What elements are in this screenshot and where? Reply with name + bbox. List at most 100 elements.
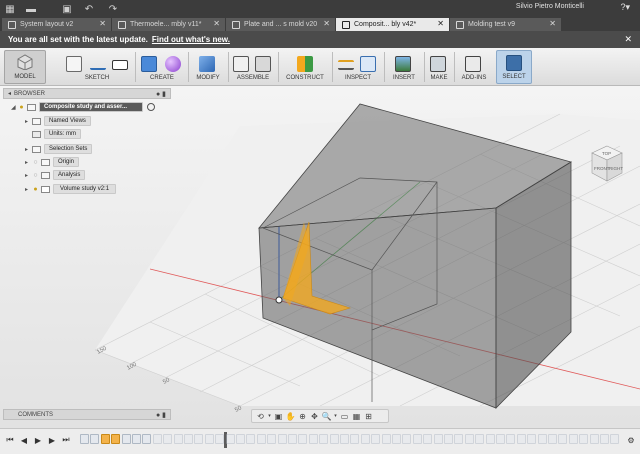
file-menu-icon[interactable]: ▬ <box>24 2 38 16</box>
timeline-feature[interactable] <box>90 434 100 444</box>
tab-molding-test[interactable]: Molding test v9 ✕ <box>450 18 562 31</box>
box-icon[interactable] <box>141 56 157 72</box>
viewcube-front-label[interactable]: FRONT <box>594 166 610 171</box>
redo-icon[interactable]: ↷ <box>106 2 120 16</box>
timeline-feature[interactable] <box>163 434 173 444</box>
browser-item-label[interactable]: Analysis <box>53 170 86 180</box>
timeline-feature[interactable] <box>360 434 370 444</box>
undo-icon[interactable]: ↶ <box>82 2 96 16</box>
go-to-start-icon[interactable]: ⏮ <box>5 435 15 445</box>
timeline-track[interactable] <box>80 432 628 448</box>
tab-thermoelectric-assembly[interactable]: Thermoele... mbly v11* ✕ <box>112 18 226 31</box>
visibility-bulb-icon[interactable]: ○ <box>32 171 39 179</box>
create-menu[interactable]: CREATE <box>137 75 187 81</box>
expand-icon[interactable]: ▸ <box>25 118 32 125</box>
panel-options-icon[interactable]: ● ▮ <box>156 411 166 419</box>
close-icon[interactable]: ✕ <box>549 19 556 28</box>
timeline-feature[interactable] <box>402 434 412 444</box>
zoom-window-icon[interactable]: 🔍 <box>321 411 332 422</box>
timeline-feature[interactable] <box>589 434 599 444</box>
timeline-feature[interactable] <box>423 434 433 444</box>
timeline-feature[interactable] <box>381 434 391 444</box>
select-tool-button[interactable]: SELECT <box>496 50 532 84</box>
expand-icon[interactable]: ◢ <box>11 104 18 111</box>
close-icon[interactable]: ✕ <box>624 34 632 45</box>
sketch-group[interactable]: SKETCH <box>62 50 132 84</box>
browser-item[interactable]: Units: mm <box>32 129 81 139</box>
grid-settings-icon[interactable]: ▦ <box>351 411 362 422</box>
sphere-icon[interactable] <box>165 56 181 72</box>
timeline-feature[interactable] <box>267 434 277 444</box>
browser-item-label[interactable]: Selection Sets <box>44 144 93 154</box>
add-ins-menu[interactable]: ADD-INS <box>456 75 492 81</box>
browser-item-label[interactable]: Volume study v2:1 <box>53 184 117 194</box>
user-name[interactable]: Silvio Pietro Monticelli <box>516 3 584 10</box>
create-group[interactable]: CREATE <box>137 50 187 84</box>
rectangle-icon[interactable] <box>112 60 128 70</box>
browser-item-label[interactable]: Origin <box>53 157 80 167</box>
timeline-feature[interactable] <box>412 434 422 444</box>
timeline-settings-icon[interactable]: ⚙ <box>626 435 636 445</box>
close-icon[interactable]: ✕ <box>323 19 330 28</box>
viewports-icon[interactable]: ⊞ <box>363 411 374 422</box>
visibility-bulb-icon[interactable]: ● <box>32 185 39 193</box>
expand-icon[interactable]: ▸ <box>25 159 32 166</box>
fit-icon[interactable]: ✥ <box>309 411 320 422</box>
browser-item-label[interactable]: Named Views <box>44 116 91 126</box>
timeline-feature[interactable] <box>600 434 609 444</box>
timeline-feature[interactable] <box>204 434 214 444</box>
timeline-feature[interactable] <box>610 434 620 444</box>
timeline-feature[interactable] <box>454 434 464 444</box>
new-component-icon[interactable] <box>233 56 249 72</box>
timeline-feature[interactable] <box>537 434 547 444</box>
inspect-menu[interactable]: INSPECT <box>334 75 382 81</box>
timeline-feature[interactable] <box>194 434 204 444</box>
step-forward-icon[interactable]: ▶ <box>47 435 57 445</box>
step-back-icon[interactable]: ◀ <box>19 435 29 445</box>
modify-menu[interactable]: MODIFY <box>190 75 226 81</box>
sketch-icon[interactable] <box>66 56 82 72</box>
construct-group[interactable]: CONSTRUCT <box>280 50 330 84</box>
panel-options-icon[interactable]: ● ▮ <box>156 90 166 98</box>
timeline-feature[interactable] <box>516 434 526 444</box>
timeline-feature[interactable] <box>485 434 495 444</box>
timeline-feature[interactable] <box>371 434 381 444</box>
whats-new-link[interactable]: Find out what's new. <box>152 35 230 44</box>
timeline-feature[interactable] <box>464 434 474 444</box>
timeline-feature[interactable] <box>246 434 256 444</box>
timeline-feature[interactable] <box>329 434 339 444</box>
make-group[interactable]: MAKE <box>426 50 452 84</box>
browser-item[interactable]: ▸ ○ Origin <box>25 157 80 167</box>
pan-icon[interactable]: ✋ <box>285 411 296 422</box>
sketch-menu[interactable]: SKETCH <box>62 75 132 81</box>
timeline-feature[interactable] <box>184 434 193 444</box>
timeline-feature[interactable] <box>152 434 162 444</box>
insert-menu[interactable]: INSERT <box>386 75 422 81</box>
timeline-feature[interactable] <box>121 434 131 444</box>
browser-item[interactable]: ▸ Selection Sets <box>25 144 93 154</box>
expand-icon[interactable]: ▸ <box>25 146 32 153</box>
insert-group[interactable]: INSERT <box>386 50 422 84</box>
modify-group[interactable]: MODIFY <box>190 50 226 84</box>
viewcube[interactable]: TOP FRONT RIGHT <box>590 144 624 184</box>
timeline-feature[interactable] <box>392 434 401 444</box>
activate-icon[interactable] <box>147 103 155 111</box>
orbit-icon[interactable]: ⟲ <box>255 411 266 422</box>
make-menu[interactable]: MAKE <box>426 75 452 81</box>
close-icon[interactable]: ✕ <box>213 19 220 28</box>
timeline-feature[interactable] <box>308 434 318 444</box>
browser-item[interactable]: ▸ Named Views <box>25 116 91 126</box>
joint-icon[interactable] <box>255 56 271 72</box>
timeline-feature[interactable] <box>298 434 308 444</box>
assemble-group[interactable]: ASSEMBLE <box>230 50 276 84</box>
timeline-feature[interactable] <box>111 434 121 444</box>
go-to-end-icon[interactable]: ⏭ <box>61 435 71 445</box>
timeline-feature[interactable] <box>142 434 152 444</box>
select-menu[interactable]: SELECT <box>497 74 531 80</box>
timeline-feature[interactable] <box>527 434 537 444</box>
browser-item-label[interactable]: Units: mm <box>44 129 81 139</box>
add-ins-group[interactable]: ADD-INS <box>456 50 492 84</box>
timeline-feature[interactable] <box>444 434 453 444</box>
construct-menu[interactable]: CONSTRUCT <box>280 75 330 81</box>
browser-item[interactable]: ▸ ● Volume study v2:1 <box>25 184 117 194</box>
